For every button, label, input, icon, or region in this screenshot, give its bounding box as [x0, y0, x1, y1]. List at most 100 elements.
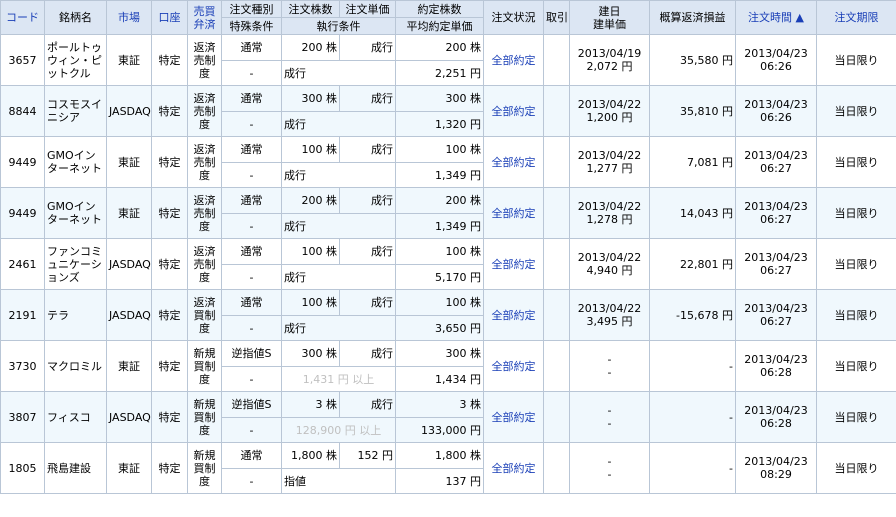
order-qty-cell: 100 株 [281, 238, 340, 265]
market-cell: JASDAQ [106, 391, 152, 443]
profit-cell: 14,043 円 [649, 187, 736, 239]
status-link[interactable]: 全部約定 [483, 187, 544, 239]
open-cell: 2013/04/22 3,495 円 [569, 289, 650, 341]
expiry-cell: 当日限り [816, 442, 896, 494]
avg-price-cell: 5,170 円 [395, 264, 484, 290]
market-header[interactable]: 市場 [106, 0, 152, 35]
order-qty-cell: 200 株 [281, 187, 340, 214]
market-cell: 東証 [106, 136, 152, 188]
exec-qty-cell: 300 株 [395, 85, 484, 112]
avg-price-cell: 1,320 円 [395, 111, 484, 137]
order-time-cell: 2013/04/23 06:27 [735, 187, 817, 239]
order-time: 06:27 [760, 213, 792, 226]
order-time: 08:29 [760, 468, 792, 481]
code-cell: 9449 [0, 187, 45, 239]
avg-price-cell: 1,349 円 [395, 162, 484, 188]
order-date: 2013/04/23 [744, 200, 808, 213]
order-time-cell: 2013/04/23 06:27 [735, 289, 817, 341]
status-link[interactable]: 全部約定 [483, 340, 544, 392]
stock-name: ファンコミュニケーションズ [44, 238, 107, 290]
open-date-label: 建日 [598, 4, 621, 18]
account-cell: 特定 [151, 391, 188, 443]
expiry-cell: 当日限り [816, 340, 896, 392]
account-header[interactable]: 口座 [151, 0, 188, 35]
exec-cond-cell: 指値 [281, 468, 396, 494]
exec-cond-cell: 成行 [281, 162, 396, 188]
avg-price-cell: 133,000 円 [395, 417, 484, 443]
open-date: - [607, 404, 612, 417]
order-time-cell: 2013/04/23 06:26 [735, 85, 817, 137]
code-cell: 2461 [0, 238, 45, 290]
avg-price-header: 平均約定単価 [395, 17, 484, 35]
order-time: 06:27 [760, 315, 792, 328]
status-link[interactable]: 全部約定 [483, 391, 544, 443]
expiry-cell: 当日限り [816, 238, 896, 290]
order-price-header: 注文単価 [339, 0, 396, 18]
trade-cell: 返済売制度 [187, 136, 222, 188]
expiry-cell: 当日限り [816, 187, 896, 239]
status-link[interactable]: 全部約定 [483, 34, 544, 86]
market-cell: JASDAQ [106, 289, 152, 341]
order-type-cell: 通常 [221, 238, 282, 265]
avg-price-cell: 2,251 円 [395, 60, 484, 86]
trade-cell: 返済売制度 [187, 238, 222, 290]
special-cell: - [221, 366, 282, 392]
market-cell: JASDAQ [106, 85, 152, 137]
expiry-header[interactable]: 注文期限 [816, 0, 896, 35]
avg-price-cell: 1,349 円 [395, 213, 484, 239]
exec-cond-cell: 成行 [281, 111, 396, 137]
open-price: - [607, 468, 612, 481]
trade-header[interactable]: 売買弁済 [187, 0, 222, 35]
stock-name: テラ [44, 289, 107, 341]
open-date: 2013/04/22 [577, 200, 642, 213]
expiry-cell: 当日限り [816, 85, 896, 137]
order-history-table: コード 銘柄名 市場 口座 売買弁済 注文種別 注文株数 注文単価 約定株数 注… [0, 0, 896, 494]
cancel-cell [543, 85, 570, 137]
open-cell: -- [569, 442, 650, 494]
special-cell: - [221, 468, 282, 494]
trade-cell: 返済買制度 [187, 289, 222, 341]
order-date: 2013/04/23 [744, 455, 808, 468]
open-date-header: 建日 建単価 [569, 0, 650, 35]
exec-cond-cell: 成行 [281, 264, 396, 290]
status-link[interactable]: 全部約定 [483, 238, 544, 290]
status-link[interactable]: 全部約定 [483, 289, 544, 341]
cancel-cell [543, 34, 570, 86]
open-price: 1,200 円 [586, 111, 633, 124]
table-row: 9449 GMOインターネット 東証 特定 返済売制度 通常 100 株 成行 … [0, 136, 896, 188]
code-header[interactable]: コード [0, 0, 45, 35]
order-price-cell: 成行 [339, 391, 396, 418]
exec-qty-cell: 100 株 [395, 289, 484, 316]
stock-name: GMOインターネット [44, 187, 107, 239]
open-date: - [607, 455, 612, 468]
order-date: 2013/04/23 [744, 251, 808, 264]
open-date: 2013/04/22 [577, 149, 642, 162]
stock-name: ポールトゥウィン・ピットクル [44, 34, 107, 86]
status-link[interactable]: 全部約定 [483, 136, 544, 188]
open-price: - [607, 366, 612, 379]
order-time-header[interactable]: 注文時間 ▲ [735, 0, 817, 35]
profit-header: 概算返済損益 [649, 0, 736, 35]
order-price-cell: 成行 [339, 340, 396, 367]
exec-cond-cell: 1,431 円 以上 [281, 366, 396, 392]
status-link[interactable]: 全部約定 [483, 85, 544, 137]
order-type-header: 注文種別 [221, 0, 282, 18]
code-cell: 3730 [0, 340, 45, 392]
order-time: 06:28 [760, 366, 792, 379]
exec-qty-cell: 100 株 [395, 238, 484, 265]
avg-price-cell: 3,650 円 [395, 315, 484, 341]
market-cell: 東証 [106, 340, 152, 392]
open-date: 2013/04/22 [577, 251, 642, 264]
status-link[interactable]: 全部約定 [483, 442, 544, 494]
table-row: 1805 飛島建設 東証 特定 新規買制度 通常 1,800 株 152 円 1… [0, 442, 896, 494]
name-header: 銘柄名 [44, 0, 107, 35]
code-cell: 1805 [0, 442, 45, 494]
open-price: 4,940 円 [586, 264, 633, 277]
exec-qty-header: 約定株数 [395, 0, 484, 18]
code-cell: 9449 [0, 136, 45, 188]
account-cell: 特定 [151, 187, 188, 239]
order-qty-cell: 200 株 [281, 34, 340, 61]
order-date: 2013/04/23 [744, 149, 808, 162]
open-cell: 2013/04/22 1,200 円 [569, 85, 650, 137]
order-time: 06:27 [760, 264, 792, 277]
